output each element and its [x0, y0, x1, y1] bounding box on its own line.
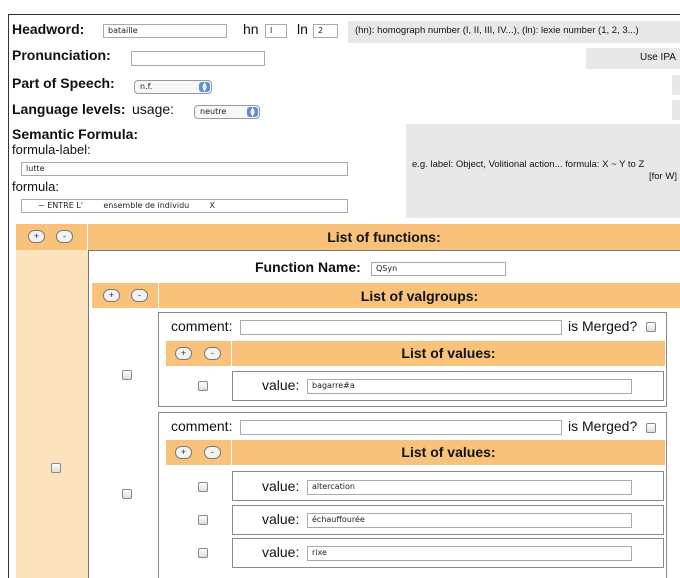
- function-name-input[interactable]: QSyn: [371, 262, 506, 276]
- hn-label: hn: [243, 21, 259, 37]
- add-valgroup-button[interactable]: +: [103, 289, 120, 302]
- formula-label-input[interactable]: lutte: [21, 162, 348, 176]
- semantic-help-panel: [406, 124, 680, 218]
- formula-label: formula:: [12, 179, 59, 194]
- add-function-button[interactable]: +: [28, 230, 45, 243]
- remove-function-button[interactable]: -: [56, 230, 73, 243]
- function-left-column: [16, 250, 88, 578]
- value-1-1-label: value:: [262, 377, 300, 393]
- value-2-1-checkbox[interactable]: [198, 482, 208, 492]
- value-1-1-checkbox[interactable]: [198, 381, 208, 391]
- add-value-button-2[interactable]: +: [175, 446, 192, 459]
- function-name-label: Function Name:: [255, 259, 361, 275]
- value-2-1-label: value:: [262, 478, 300, 494]
- add-value-button-1[interactable]: +: [175, 347, 192, 360]
- remove-value-button-2[interactable]: -: [204, 446, 221, 459]
- usage-select-value: neutre: [200, 107, 227, 116]
- values-header-2: List of values:: [401, 444, 496, 460]
- remove-value-button-1[interactable]: -: [204, 347, 221, 360]
- value-2-3-input[interactable]: rixe: [307, 546, 632, 561]
- valgroup-1-checkbox[interactable]: [122, 370, 132, 380]
- value-2-2-label: value:: [262, 511, 300, 527]
- pronunciation-input[interactable]: [131, 51, 265, 66]
- value-1-1-input[interactable]: bagarre#a: [307, 379, 632, 394]
- pos-label: Part of Speech:: [12, 75, 115, 91]
- formula-label-label: formula-label:: [12, 142, 91, 157]
- semantic-help-text-2: [for W]: [649, 171, 677, 182]
- headword-help-text: (hn): homograph number (I, II, III, IV..…: [355, 25, 639, 36]
- valgroup-2-merged-label: is Merged?: [568, 418, 638, 434]
- use-ipa-label: Use IPA: [640, 52, 676, 63]
- value-2-2-checkbox[interactable]: [198, 515, 208, 525]
- remove-valgroup-button[interactable]: -: [131, 289, 148, 302]
- semantic-formula-label: Semantic Formula:: [12, 126, 139, 142]
- valgroup-2-comment-label: comment:: [171, 418, 233, 434]
- valgroup-2-comment-input[interactable]: [240, 420, 562, 435]
- value-2-2-input[interactable]: échauffourée: [307, 513, 632, 528]
- valgroup-1-merged-checkbox[interactable]: [646, 322, 656, 332]
- value-2-3-checkbox[interactable]: [198, 548, 208, 558]
- valgroups-header: List of valgroups:: [360, 288, 479, 304]
- pronunciation-label: Pronunciation:: [12, 47, 111, 63]
- value-2-1-input[interactable]: altercation: [307, 480, 632, 495]
- valgroup-2-checkbox[interactable]: [122, 489, 132, 499]
- functions-header: List of functions:: [327, 229, 441, 245]
- headword-input[interactable]: bataille: [103, 24, 227, 38]
- value-2-3-label: value:: [262, 544, 300, 560]
- function-select-checkbox[interactable]: [51, 463, 61, 473]
- pos-select-value: n.f.: [140, 82, 153, 91]
- semantic-help-text: e.g. label: Object, Volitional action...…: [412, 159, 645, 170]
- valgroup-2-merged-checkbox[interactable]: [646, 423, 656, 433]
- usage-label: usage:: [132, 101, 175, 117]
- ln-label: ln: [297, 21, 308, 37]
- pos-side-panel: [672, 75, 680, 95]
- ln-input[interactable]: 2: [313, 24, 338, 38]
- headword-label: Headword:: [12, 21, 85, 37]
- select-arrows-icon: ▲ ▼: [199, 82, 210, 93]
- valgroup-1-comment-label: comment:: [171, 318, 233, 334]
- select-arrows-icon: ▲ ▼: [247, 107, 258, 118]
- values-header-1: List of values:: [401, 345, 496, 361]
- usage-select[interactable]: neutre ▲ ▼: [194, 105, 260, 119]
- pos-select[interactable]: n.f. ▲ ▼: [134, 80, 212, 94]
- language-side-panel: [672, 100, 680, 120]
- language-label: Language levels:: [12, 101, 126, 117]
- hn-input[interactable]: I: [265, 24, 287, 38]
- formula-input[interactable]: ~ ENTRE L' ensemble de individu X: [21, 199, 348, 213]
- valgroup-1-merged-label: is Merged?: [568, 318, 638, 334]
- valgroup-1-comment-input[interactable]: [240, 320, 562, 335]
